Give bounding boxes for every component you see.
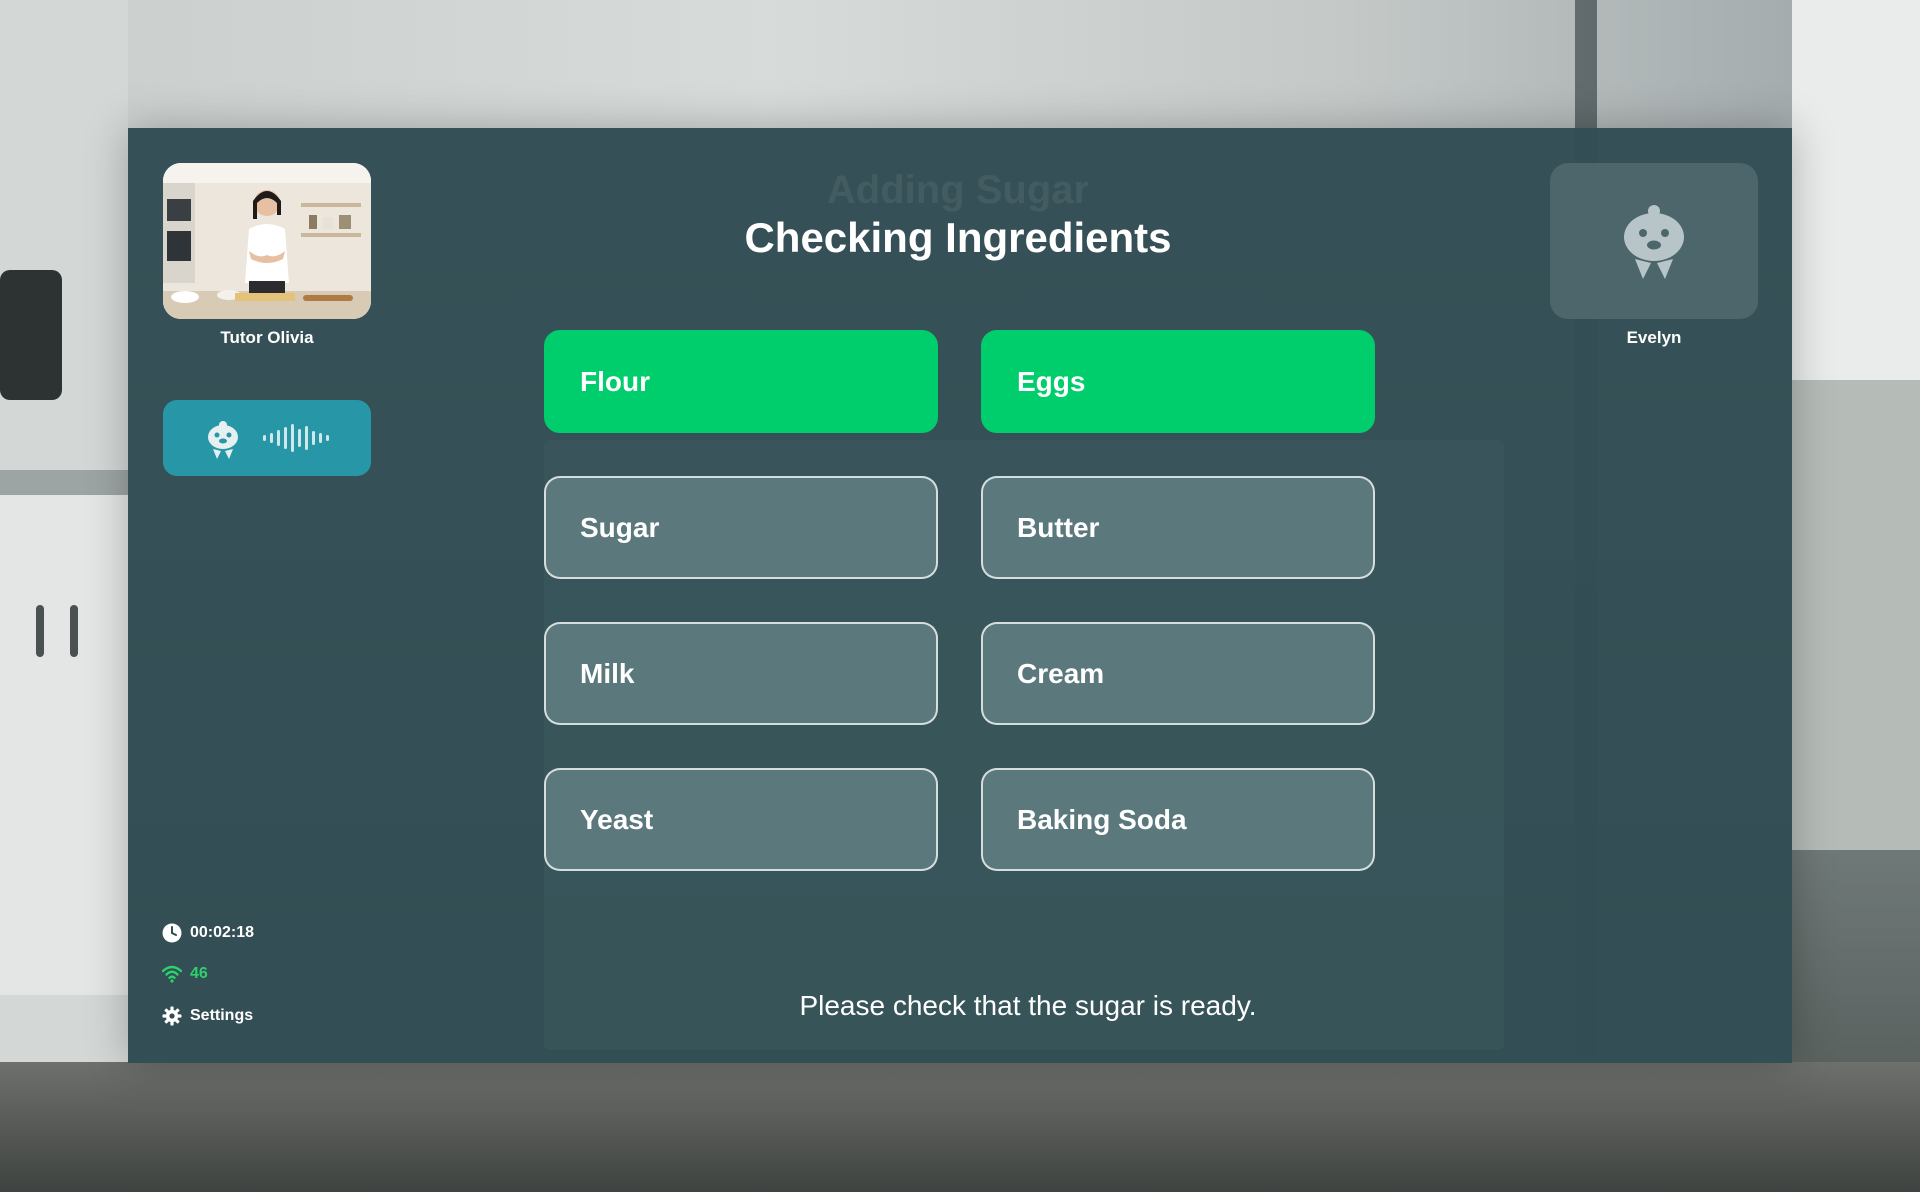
previous-title-faded: Adding Sugar (826, 168, 1090, 212)
option-yeast[interactable]: Yeast (544, 768, 938, 871)
beaver-mascot-icon (208, 421, 238, 459)
option-cream[interactable]: Cream (981, 622, 1375, 725)
student-video[interactable] (1550, 163, 1758, 319)
option-baking-soda[interactable]: Baking Soda (981, 768, 1375, 871)
option-flour[interactable]: Flour (544, 330, 938, 433)
sound-wave-icon (263, 424, 329, 452)
tutor-image (163, 163, 371, 319)
beaver-mascot-icon (1624, 205, 1684, 279)
connection-signal: 46 (162, 965, 208, 983)
voice-indicator[interactable] (163, 400, 371, 476)
session-timer: 00:02:18 (162, 923, 254, 943)
option-sugar[interactable]: Sugar (544, 476, 938, 579)
tutor-name: Tutor Olivia (220, 328, 314, 347)
wifi-icon (162, 965, 182, 983)
option-milk[interactable]: Milk (544, 622, 938, 725)
tutor-video[interactable] (163, 163, 371, 319)
instruction-text: Please check that the sugar is ready. (799, 990, 1257, 1021)
lesson-panel: Tutor Olivia Evelyn Adding Sugar Checkin… (128, 128, 1792, 1063)
settings-label: Settings (190, 1007, 254, 1024)
page-title: Checking Ingredients (744, 214, 1172, 261)
clock-icon (162, 923, 182, 943)
gear-icon (162, 1006, 182, 1026)
option-butter[interactable]: Butter (981, 476, 1375, 579)
option-eggs[interactable]: Eggs (981, 330, 1375, 433)
timer-value: 00:02:18 (190, 924, 255, 941)
student-name: Evelyn (1626, 328, 1682, 347)
signal-value: 46 (190, 965, 208, 982)
settings-button[interactable]: Settings (162, 1006, 253, 1026)
